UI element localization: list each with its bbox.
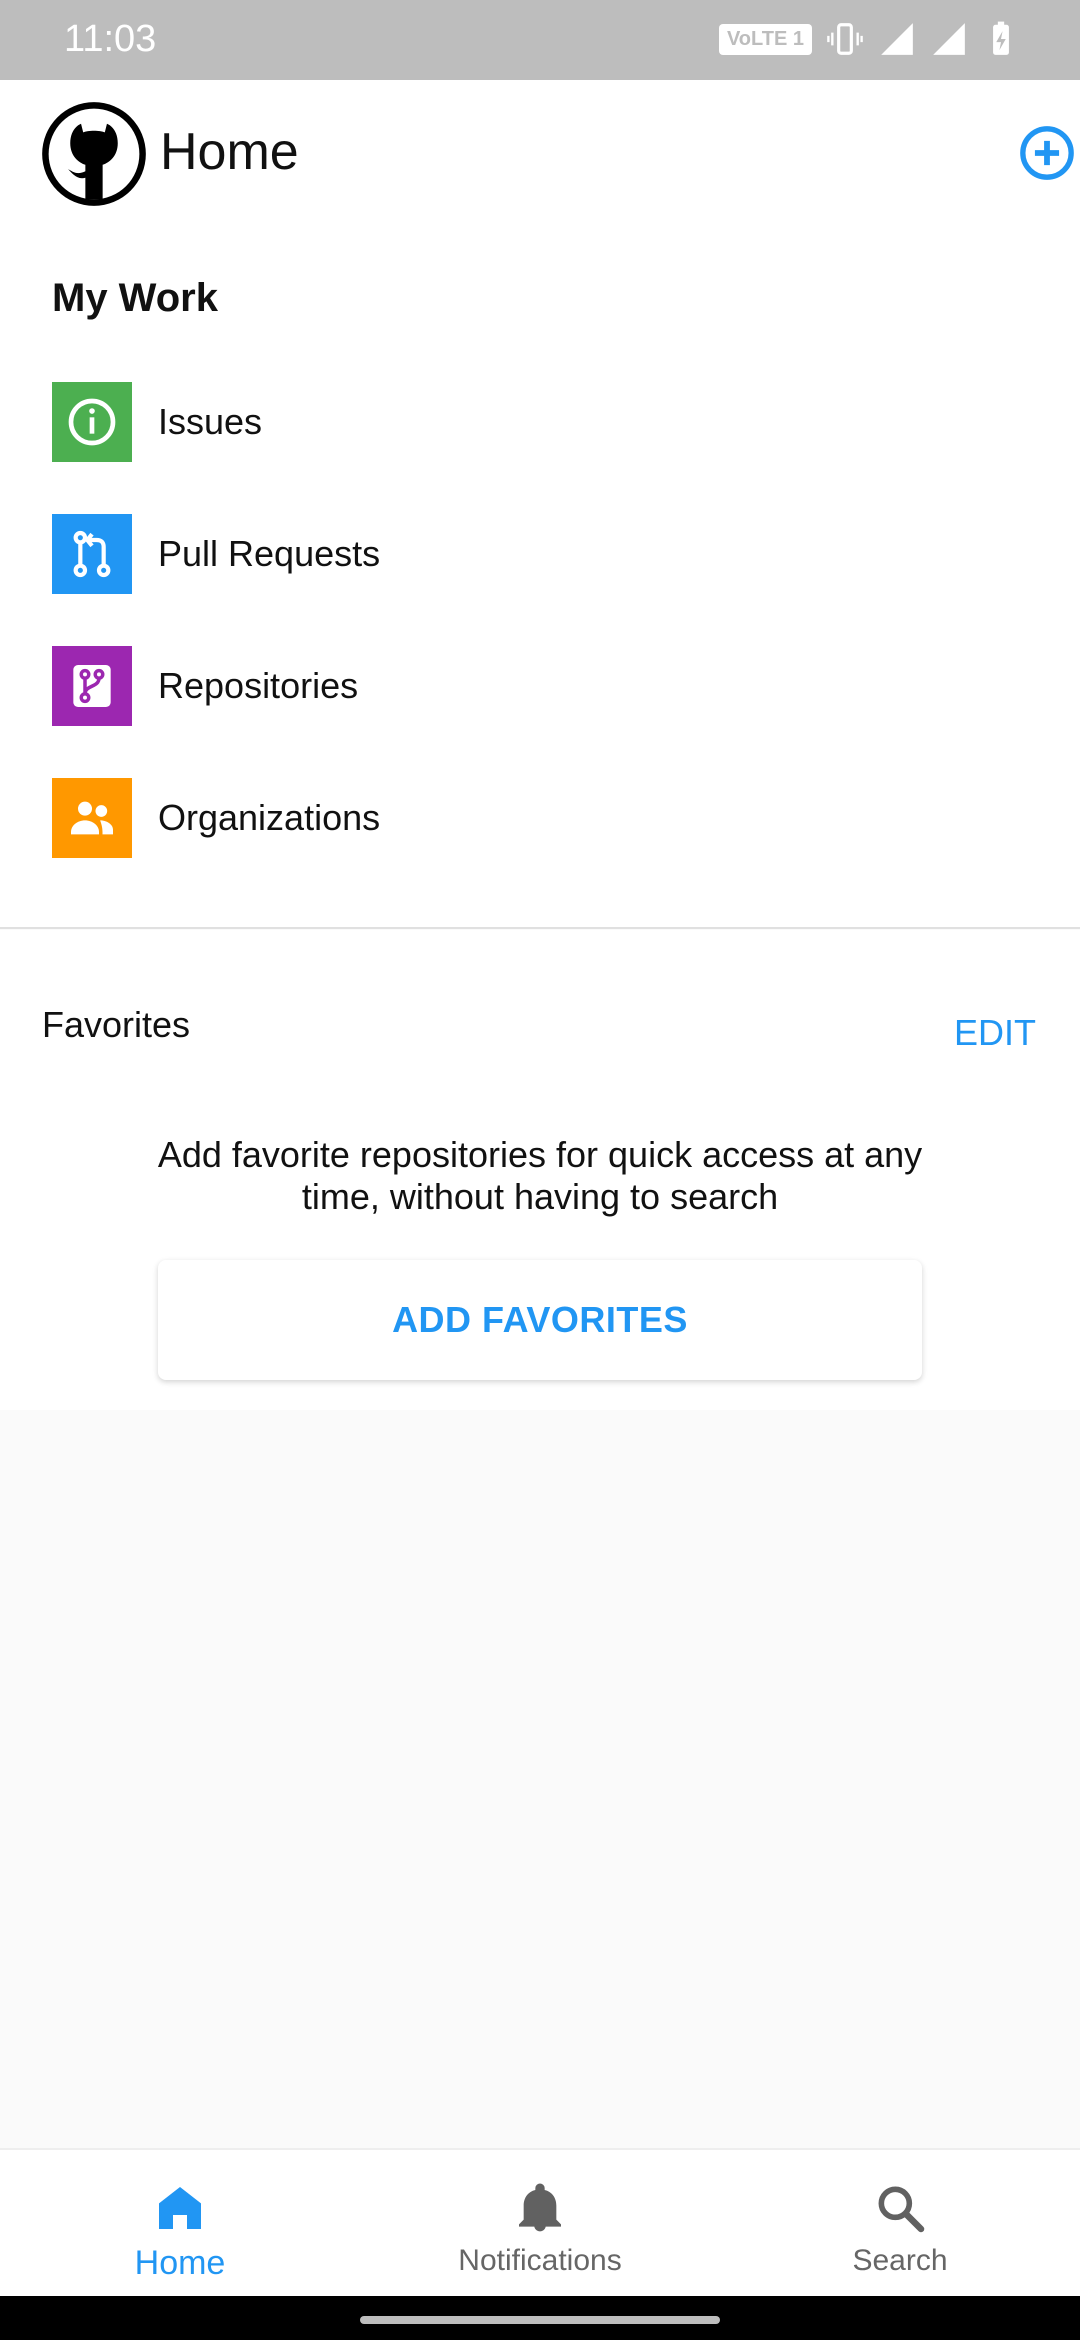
vibrate-icon	[827, 23, 863, 55]
home-gesture-bar[interactable]	[360, 2316, 720, 2324]
bell-icon	[519, 2183, 561, 2232]
nav-label: Home	[134, 2244, 226, 2282]
favorites-title: Favorites	[42, 1004, 191, 1045]
work-item-label: Repositories	[158, 665, 359, 706]
nav-notifications[interactable]: Notifications	[360, 2150, 720, 2296]
add-favorites-button[interactable]: ADD FAVORITES	[158, 1260, 922, 1380]
status-time: 11:03	[64, 18, 157, 60]
section-divider	[0, 927, 1080, 929]
status-icons: VoLTE 1	[718, 20, 1020, 58]
search-icon	[878, 2186, 925, 2233]
nav-label: Search	[852, 2244, 948, 2277]
pull-request-icon	[52, 514, 132, 594]
work-item-label: Issues	[158, 401, 263, 442]
work-item-label: Pull Requests	[158, 533, 381, 574]
my-work-title: My Work	[52, 276, 218, 320]
repo-branch-icon	[52, 646, 132, 726]
bottom-navigation: Home Notifications Search	[0, 2148, 1080, 2296]
add-circle-icon[interactable]	[1018, 124, 1076, 182]
nav-home[interactable]: Home	[0, 2150, 360, 2296]
work-item-repositories[interactable]: Repositories	[52, 646, 952, 726]
page-title: Home	[160, 123, 299, 181]
work-item-pull-requests[interactable]: Pull Requests	[52, 514, 952, 594]
nav-search[interactable]: Search	[720, 2150, 1080, 2296]
favorites-panel: Favorites EDIT Add favorite repositories…	[0, 930, 1080, 1410]
home-icon	[159, 2187, 201, 2229]
edit-favorites-button[interactable]: EDIT	[954, 1012, 1036, 1054]
battery-icon	[993, 21, 1009, 55]
work-item-organizations[interactable]: Organizations	[52, 778, 952, 858]
work-item-label: Organizations	[158, 797, 381, 838]
volte-badge: VoLTE 1	[718, 23, 812, 55]
work-item-issues[interactable]: Issues	[52, 382, 952, 462]
github-logo-icon[interactable]	[40, 100, 148, 208]
nav-label: Notifications	[458, 2244, 622, 2277]
favorites-description: Add favorite repositories for quick acce…	[157, 1134, 923, 1217]
people-icon	[52, 778, 132, 858]
status-bar: 11:03 VoLTE 1	[0, 0, 1080, 80]
signal-4g-icon	[881, 23, 913, 55]
info-circle-icon	[52, 382, 132, 462]
signal-icon	[933, 23, 965, 55]
home-top-panel: Home My Work Issues Pull Requests Reposi…	[0, 80, 1080, 929]
